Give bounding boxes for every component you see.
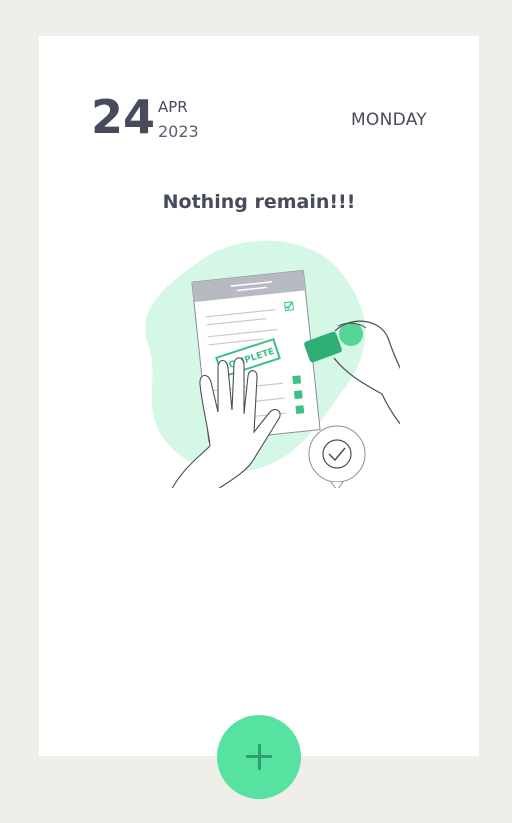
date-year: 2023: [158, 122, 199, 141]
add-task-button[interactable]: [217, 715, 301, 799]
weekday-label: MONDAY: [350, 110, 427, 130]
checklist-complete-illustration: COMPLETE: [145, 240, 400, 488]
check-badge-icon: [308, 425, 366, 488]
date-month: APR: [158, 98, 188, 116]
empty-state-message: Nothing remain!!!: [162, 191, 356, 213]
date-day: 24: [91, 90, 156, 144]
app-screen: 24 APR 2023 MONDAY Nothing remain!!! COM…: [0, 0, 512, 823]
task-card: 24 APR 2023 MONDAY Nothing remain!!! COM…: [39, 36, 479, 756]
